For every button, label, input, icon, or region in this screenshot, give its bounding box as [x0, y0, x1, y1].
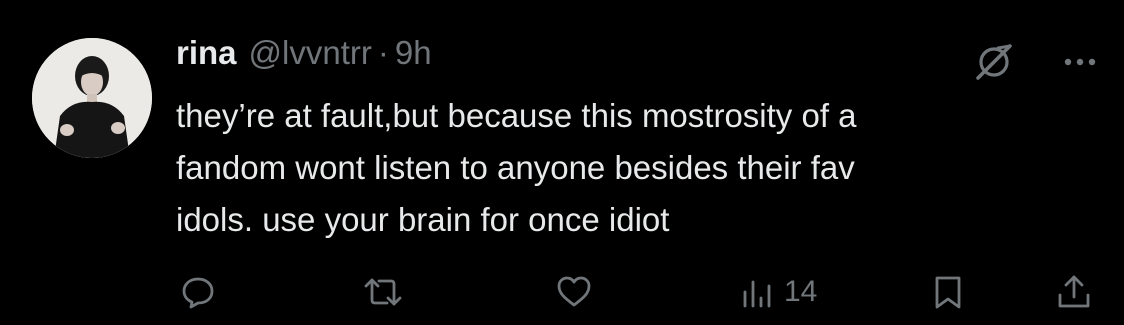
- more-dots-icon[interactable]: [1058, 40, 1102, 84]
- avatar[interactable]: [32, 38, 152, 158]
- reply-button[interactable]: [176, 268, 220, 316]
- author-name[interactable]: rina: [176, 34, 237, 72]
- tweet-text-line: they’re at fault,but because this mostro…: [176, 97, 857, 134]
- bookmark-button[interactable]: [926, 268, 970, 316]
- tweet-text-line: idols. use your brain for once idiot: [176, 201, 670, 238]
- views-bar-icon: [743, 280, 771, 308]
- retweet-icon: [364, 278, 402, 306]
- separator-dot: ·: [377, 34, 389, 71]
- retweet-button[interactable]: [360, 268, 406, 316]
- heart-icon: [557, 276, 591, 307]
- tweet-text: they’re at fault,but because this mostro…: [176, 90, 1106, 246]
- like-button[interactable]: [552, 268, 596, 316]
- bookmark-icon: [935, 276, 961, 309]
- share-button[interactable]: [1052, 268, 1096, 316]
- grok-icon[interactable]: [972, 40, 1016, 84]
- views-button[interactable]: 14: [738, 268, 817, 316]
- share-icon: [1058, 275, 1090, 308]
- author-handle[interactable]: @lvvntrr: [249, 34, 372, 72]
- reply-icon: [182, 277, 214, 309]
- timestamp[interactable]: 9h: [395, 34, 432, 72]
- tweet-header: rina @lvvntrr · 9h: [176, 34, 432, 78]
- action-bar: 14: [0, 268, 1124, 316]
- tweet[interactable]: rina @lvvntrr · 9h they’re at fault,but …: [0, 0, 1124, 325]
- avatar-image: [32, 38, 152, 158]
- views-count: 14: [784, 275, 818, 308]
- tweet-text-line: fandom wont listen to anyone besides the…: [176, 149, 855, 186]
